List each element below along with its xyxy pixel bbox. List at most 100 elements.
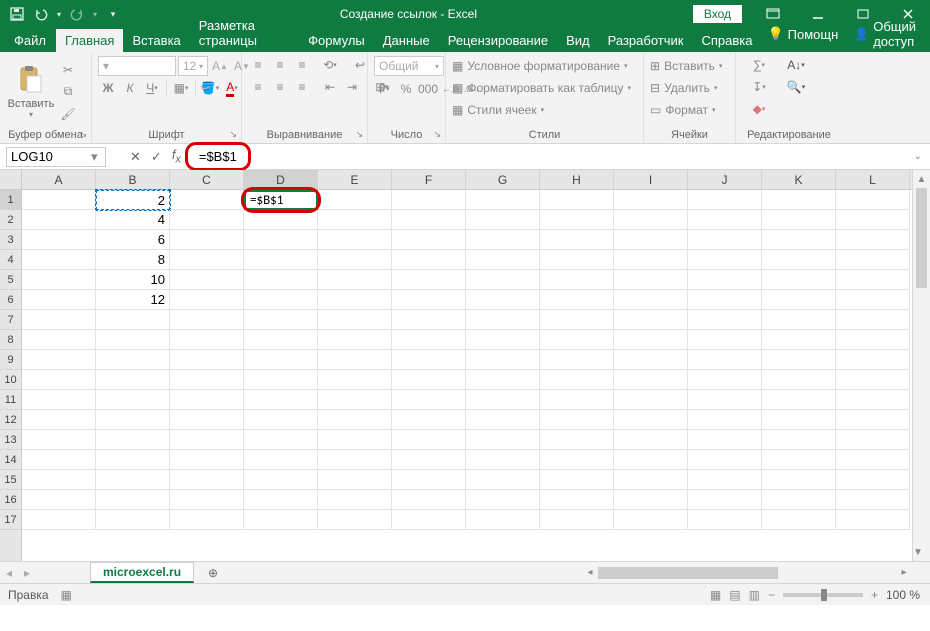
cell-C17[interactable]: [170, 510, 244, 530]
cell-C7[interactable]: [170, 310, 244, 330]
vertical-scrollbar[interactable]: ▲ ▼: [912, 170, 930, 561]
cell-G11[interactable]: [466, 390, 540, 410]
cell-L2[interactable]: [836, 210, 910, 230]
row-header-5[interactable]: 5: [0, 270, 21, 290]
row-header-14[interactable]: 14: [0, 450, 21, 470]
sheet-tab-active[interactable]: microexcel.ru: [90, 562, 194, 583]
new-sheet-icon[interactable]: ⊕: [202, 564, 224, 582]
cell-K14[interactable]: [762, 450, 836, 470]
cell-J6[interactable]: [688, 290, 762, 310]
cell-L7[interactable]: [836, 310, 910, 330]
column-header-G[interactable]: G: [466, 170, 540, 189]
cell-G3[interactable]: [466, 230, 540, 250]
cell-F3[interactable]: [392, 230, 466, 250]
macro-record-icon[interactable]: ▦: [61, 588, 72, 602]
cell-E6[interactable]: [318, 290, 392, 310]
zoom-in-icon[interactable]: +: [871, 588, 878, 602]
cell-K7[interactable]: [762, 310, 836, 330]
paste-button[interactable]: Вставить ▾: [6, 64, 56, 119]
cell-J3[interactable]: [688, 230, 762, 250]
row-header-9[interactable]: 9: [0, 350, 21, 370]
cell-G1[interactable]: [466, 190, 540, 210]
cell-H7[interactable]: [540, 310, 614, 330]
cell-A7[interactable]: [22, 310, 96, 330]
cell-I16[interactable]: [614, 490, 688, 510]
conditional-formatting-button[interactable]: ▦Условное форматирование▾: [452, 56, 628, 76]
cell-L12[interactable]: [836, 410, 910, 430]
cell-C10[interactable]: [170, 370, 244, 390]
format-cells-button[interactable]: ▭Формат▾: [650, 100, 722, 120]
cell-K10[interactable]: [762, 370, 836, 390]
cell-E12[interactable]: [318, 410, 392, 430]
cell-B5[interactable]: 10: [96, 270, 170, 290]
cell-A2[interactable]: [22, 210, 96, 230]
cell-D17[interactable]: [244, 510, 318, 530]
autosum-icon[interactable]: ∑▾: [746, 56, 772, 74]
share-button[interactable]: 👤Общий доступ: [848, 16, 922, 52]
cell-F2[interactable]: [392, 210, 466, 230]
cell-D7[interactable]: [244, 310, 318, 330]
cell-A4[interactable]: [22, 250, 96, 270]
cell-A16[interactable]: [22, 490, 96, 510]
vertical-scroll-thumb[interactable]: [916, 188, 927, 288]
cell-H12[interactable]: [540, 410, 614, 430]
column-header-C[interactable]: C: [170, 170, 244, 189]
cell-H11[interactable]: [540, 390, 614, 410]
italic-button[interactable]: К: [120, 79, 140, 97]
cell-K9[interactable]: [762, 350, 836, 370]
row-header-3[interactable]: 3: [0, 230, 21, 250]
cell-J1[interactable]: [688, 190, 762, 210]
font-launcher-icon[interactable]: ↘: [229, 129, 237, 140]
cell-E17[interactable]: [318, 510, 392, 530]
cell-E11[interactable]: [318, 390, 392, 410]
cell-C4[interactable]: [170, 250, 244, 270]
horizontal-scroll-thumb[interactable]: [598, 567, 778, 579]
tab-file[interactable]: Файл: [4, 29, 56, 52]
cell-J10[interactable]: [688, 370, 762, 390]
cell-L8[interactable]: [836, 330, 910, 350]
cell-K3[interactable]: [762, 230, 836, 250]
borders-icon[interactable]: ▦▾: [171, 79, 191, 97]
cell-G10[interactable]: [466, 370, 540, 390]
cell-I13[interactable]: [614, 430, 688, 450]
cell-L5[interactable]: [836, 270, 910, 290]
format-as-table-button[interactable]: ▦Форматировать как таблицу▾: [452, 78, 631, 98]
cell-G15[interactable]: [466, 470, 540, 490]
cell-J16[interactable]: [688, 490, 762, 510]
cell-G6[interactable]: [466, 290, 540, 310]
row-header-10[interactable]: 10: [0, 370, 21, 390]
cell-K8[interactable]: [762, 330, 836, 350]
font-color-icon[interactable]: A▾: [222, 79, 242, 97]
column-header-F[interactable]: F: [392, 170, 466, 189]
scroll-down-icon[interactable]: ▼: [913, 543, 923, 561]
cell-K1[interactable]: [762, 190, 836, 210]
cell-H15[interactable]: [540, 470, 614, 490]
cell-G2[interactable]: [466, 210, 540, 230]
cell-K2[interactable]: [762, 210, 836, 230]
undo-dropdown-icon[interactable]: ▾: [54, 3, 64, 25]
align-left-icon[interactable]: ≡: [248, 78, 268, 96]
cell-L9[interactable]: [836, 350, 910, 370]
cell-D3[interactable]: [244, 230, 318, 250]
cell-D13[interactable]: [244, 430, 318, 450]
cell-B3[interactable]: 6: [96, 230, 170, 250]
cell-B6[interactable]: 12: [96, 290, 170, 310]
cell-I11[interactable]: [614, 390, 688, 410]
cell-F5[interactable]: [392, 270, 466, 290]
cell-A12[interactable]: [22, 410, 96, 430]
zoom-slider-handle[interactable]: [821, 589, 827, 601]
cell-A5[interactable]: [22, 270, 96, 290]
cell-B13[interactable]: [96, 430, 170, 450]
tab-review[interactable]: Рецензирование: [439, 29, 557, 52]
cell-I8[interactable]: [614, 330, 688, 350]
cell-B1[interactable]: 2: [96, 190, 170, 210]
name-box-dropdown-icon[interactable]: ▾: [87, 149, 102, 165]
cell-H16[interactable]: [540, 490, 614, 510]
cell-A14[interactable]: [22, 450, 96, 470]
underline-button[interactable]: Ч▾: [142, 79, 162, 97]
cell-F8[interactable]: [392, 330, 466, 350]
cell-G8[interactable]: [466, 330, 540, 350]
cell-C11[interactable]: [170, 390, 244, 410]
cell-K16[interactable]: [762, 490, 836, 510]
cell-G12[interactable]: [466, 410, 540, 430]
